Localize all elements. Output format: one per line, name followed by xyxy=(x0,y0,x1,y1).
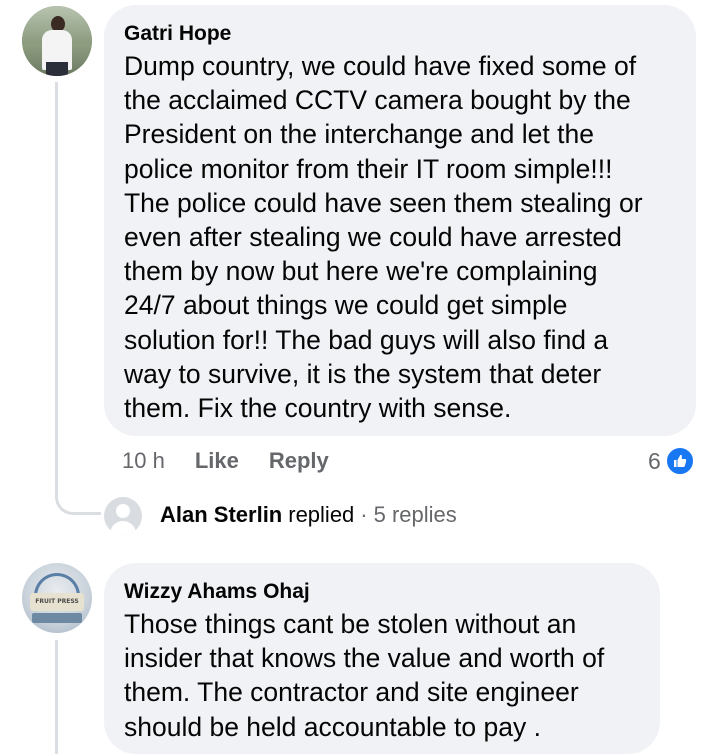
comment-bubble: Wizzy Ahams Ohaj Those things cant be st… xyxy=(104,563,660,754)
avatar-alan-sterlin[interactable] xyxy=(104,497,142,535)
comment-text: Dump country, we could have fixed some o… xyxy=(124,51,643,424)
comment-author[interactable]: Gatri Hope xyxy=(124,21,676,47)
replied-label: replied xyxy=(288,502,355,527)
like-button[interactable]: Like xyxy=(195,448,239,474)
comment-thread: Gatri Hope Dump country, we could have f… xyxy=(0,0,720,754)
comment-text: Those things cant be stolen without an i… xyxy=(124,609,605,742)
separator-dot: · xyxy=(360,502,368,527)
avatar-wizzy-ahams-ohaj[interactable]: FRUIT PRESS xyxy=(22,563,92,633)
replies-count: 5 replies xyxy=(373,502,457,527)
view-replies-link[interactable]: Alan Sterlin replied · 5 replies xyxy=(160,501,457,529)
thumbs-up-icon xyxy=(664,446,695,476)
thread-connector-curve xyxy=(55,470,101,515)
thread-connector-line-lower xyxy=(55,640,58,754)
comment-timestamp[interactable]: 10 h xyxy=(122,448,165,474)
reaction-summary[interactable]: 6 xyxy=(648,446,695,476)
avatar-gatri-hope[interactable] xyxy=(22,6,92,76)
comment-bubble: Gatri Hope Dump country, we could have f… xyxy=(104,5,696,436)
reply-button[interactable]: Reply xyxy=(269,448,329,474)
thread-connector-line xyxy=(55,82,58,486)
avatar-sign-text: FRUIT PRESS xyxy=(35,598,79,605)
replier-name: Alan Sterlin xyxy=(160,502,283,527)
comment-actions: 10 h Like Reply xyxy=(122,446,329,476)
reaction-count: 6 xyxy=(648,447,661,474)
comment-author[interactable]: Wizzy Ahams Ohaj xyxy=(124,579,640,605)
